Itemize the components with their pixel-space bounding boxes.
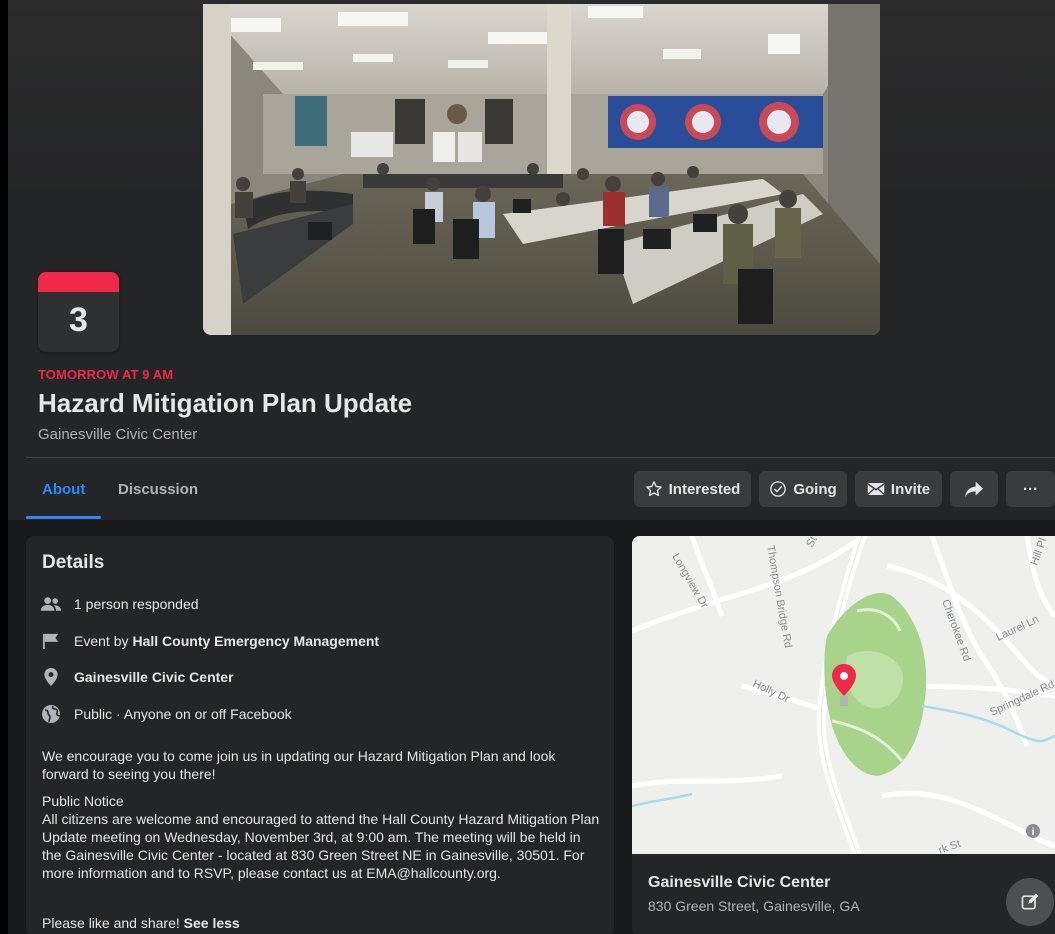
organizer-link[interactable]: Hall County Emergency Management <box>132 633 379 649</box>
location-row[interactable]: Gainesville Civic Center <box>40 667 234 687</box>
responded-text: 1 person responded <box>74 596 199 612</box>
more-options-icon: ··· <box>1023 480 1038 498</box>
flag-icon <box>40 631 62 651</box>
details-card: Details 1 person responded Event by Hall… <box>26 536 614 934</box>
globe-icon <box>40 704 62 724</box>
public-notice-body: All citizens are welcome and encouraged … <box>42 811 600 881</box>
see-less-link[interactable]: See less <box>184 915 240 931</box>
map-info-icon: i <box>1032 827 1035 838</box>
check-circle-icon <box>770 481 787 497</box>
more-options-button[interactable]: ··· <box>1006 471 1055 507</box>
share-button[interactable] <box>950 471 998 507</box>
event-by-prefix: Event by <box>74 633 129 649</box>
star-outline-icon <box>645 481 662 497</box>
going-label: Going <box>793 480 837 498</box>
event-by-row: Event by Hall County Emergency Managemen… <box>40 631 379 651</box>
location-pin-icon <box>40 667 62 687</box>
tab-discussion[interactable]: Discussion <box>118 481 198 498</box>
map-address: 830 Green Street, Gainesville, GA <box>648 898 860 914</box>
event-title: Hazard Mitigation Plan Update <box>38 388 413 418</box>
compose-button[interactable] <box>1006 878 1054 926</box>
location-link[interactable]: Gainesville Civic Center <box>74 669 234 685</box>
event-date-badge: 3 <box>38 272 119 352</box>
event-description-intro: We encourage you to come join us in upda… <box>42 748 556 782</box>
location-map-card: Longview Dr Thompson Bridge Rd St Cherok… <box>632 536 1055 934</box>
people-icon <box>40 594 62 614</box>
header-divider <box>26 457 1055 458</box>
invite-label: Invite <box>890 480 931 498</box>
invite-button[interactable]: Invite <box>855 471 942 507</box>
responded-row[interactable]: 1 person responded <box>40 594 199 614</box>
privacy-row: Public · Anyone on or off Facebook <box>40 704 292 724</box>
closing-text: Please like and share! <box>42 915 184 931</box>
going-button[interactable]: Going <box>759 471 847 507</box>
window-edge <box>0 0 8 934</box>
event-time: TOMORROW AT 9 AM <box>38 367 174 382</box>
public-notice-heading: Public Notice <box>42 793 124 809</box>
privacy-text: Public · Anyone on or off Facebook <box>74 706 292 722</box>
date-badge-month-strip <box>38 272 119 292</box>
map-place-name[interactable]: Gainesville Civic Center <box>648 874 830 892</box>
share-arrow-icon <box>965 481 983 498</box>
active-tab-indicator <box>26 516 101 519</box>
envelope-icon <box>867 483 885 495</box>
cover-photo-illustration <box>203 4 880 335</box>
details-heading: Details <box>42 552 105 573</box>
tab-about[interactable]: About <box>42 481 85 498</box>
interested-label: Interested <box>668 480 741 498</box>
closing-line: Please like and share! See less <box>42 914 602 932</box>
edit-icon <box>1021 893 1039 910</box>
event-venue-link[interactable]: Gainesville Civic Center <box>38 426 197 443</box>
location-map[interactable]: Longview Dr Thompson Bridge Rd St Cherok… <box>632 536 1055 857</box>
event-cover-photo[interactable] <box>203 4 880 335</box>
map-illustration: Longview Dr Thompson Bridge Rd St Cherok… <box>632 536 1055 857</box>
interested-button[interactable]: Interested <box>634 471 751 507</box>
date-badge-day: 3 <box>69 301 88 339</box>
